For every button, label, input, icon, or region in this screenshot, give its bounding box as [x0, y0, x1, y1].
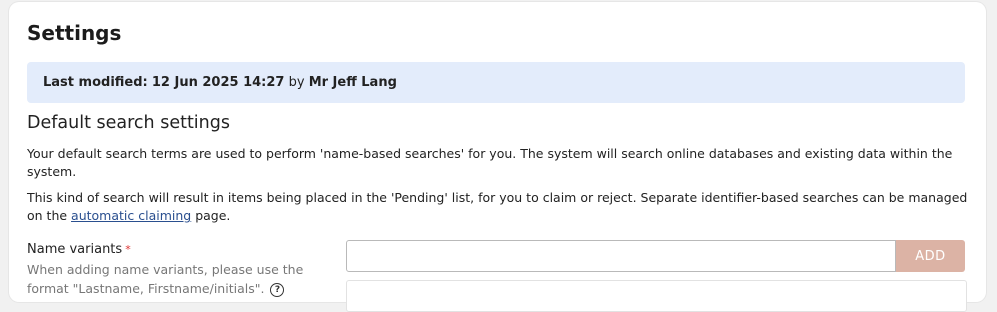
- name-variants-hint: When adding name variants, please use th…: [27, 260, 317, 298]
- add-name-variant-button[interactable]: ADD: [896, 240, 965, 272]
- settings-card: Settings Last modified: 12 Jun 2025 14:2…: [9, 2, 986, 312]
- name-variants-label: Name variants *: [27, 242, 131, 257]
- section-title: Default search settings: [27, 113, 230, 133]
- required-marker: *: [125, 243, 131, 256]
- name-variant-input[interactable]: [346, 240, 896, 272]
- last-modified-date: 12 Jun 2025 14:27: [151, 75, 285, 90]
- name-variants-hint-text: When adding name variants, please use th…: [27, 262, 304, 296]
- last-modified-prefix: Last modified:: [43, 75, 148, 90]
- name-variants-list: [346, 280, 967, 312]
- last-modified-user: Mr Jeff Lang: [308, 75, 397, 90]
- last-modified-by: by: [288, 75, 305, 90]
- page-title: Settings: [27, 21, 122, 45]
- automatic-claiming-link[interactable]: automatic claiming: [71, 208, 191, 223]
- question-circle-icon[interactable]: ?: [270, 283, 285, 297]
- description-paragraph: Your default search terms are used to pe…: [27, 146, 953, 179]
- last-modified-banner: Last modified: 12 Jun 2025 14:27 by Mr J…: [27, 62, 965, 103]
- pending-text-after: page.: [191, 208, 231, 223]
- name-variants-label-text: Name variants: [27, 242, 123, 257]
- pending-paragraph: This kind of search will result in items…: [27, 189, 972, 225]
